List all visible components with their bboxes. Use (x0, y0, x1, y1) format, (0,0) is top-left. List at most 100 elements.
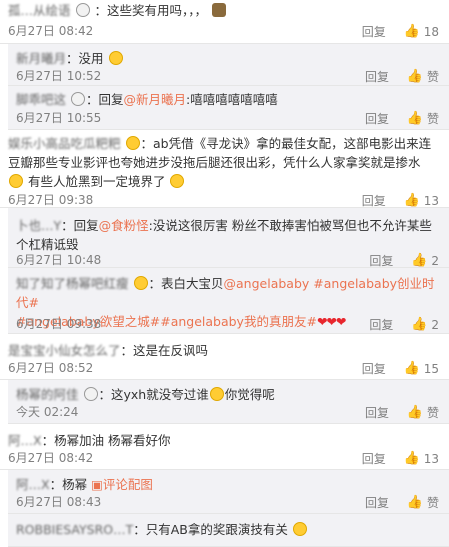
comment-text: :嘻嘻嘻嘻嘻嘻嘻 (186, 92, 278, 107)
username[interactable]: 孤…从绘语 (8, 3, 71, 18)
thumbs-up-icon[interactable]: 👍 (407, 69, 423, 85)
username[interactable]: 是宝宝小仙女怎么了 (8, 343, 121, 358)
reply-button[interactable]: 回复 (365, 405, 389, 421)
emoji-icon (71, 92, 85, 106)
username[interactable]: 阿…X (8, 433, 42, 448)
like-button[interactable]: 赞 (427, 69, 439, 85)
comment-actions: 回复 👍 2 (369, 252, 439, 269)
username[interactable]: 脚乖吧这 (16, 92, 66, 107)
emoji-icon (9, 174, 23, 188)
sub-comment: 杨幂的阿佳 ：这yxh就没夸过谁 你觉得呢 今天 02:24 回复 👍 赞 (8, 380, 449, 424)
reply-button[interactable]: 回复 (365, 69, 389, 85)
emoji-icon (170, 174, 185, 188)
comment-text-line: 阿…X：杨幂加油 杨幂看好你 (8, 432, 441, 450)
thumbs-up-icon[interactable]: 👍 (404, 361, 420, 377)
username[interactable]: ROBBIESAYSRO…T (16, 522, 133, 537)
like-count[interactable]: 13 (424, 451, 439, 467)
comment-text-line: 杨幂的阿佳 ：这yxh就没夸过谁 你觉得呢 (16, 386, 441, 404)
timestamp: 6月27日 10:55 (16, 111, 102, 125)
timestamp: 6月27日 08:42 (8, 451, 94, 465)
comment-text-line: 新月曦月：没用 (16, 50, 441, 68)
comment-text-line: 是宝宝小仙女怎么了：这是在反讽吗 (8, 342, 441, 360)
comment-text: ：杨幂 (49, 477, 88, 492)
comment-actions: 回复 👍 13 (362, 192, 439, 209)
reply-button[interactable]: 回复 (362, 361, 386, 377)
reply-button[interactable]: 回复 (369, 253, 393, 269)
sub-comment: 脚乖吧这 ：回复@新月曦月:嘻嘻嘻嘻嘻嘻嘻 6月27日 10:55 回复 👍 赞 (8, 86, 449, 130)
timestamp: 6月27日 09:38 (8, 193, 94, 207)
comment-actions: 回复 👍 18 (362, 23, 439, 40)
comment-image-link[interactable]: 评论配图 (103, 477, 153, 492)
like-count[interactable]: 18 (424, 24, 439, 40)
thumbs-up-icon[interactable]: 👍 (411, 317, 427, 333)
sub-comment: 知了知了杨幂吧红瘦 ：表白大宝贝@angelababy #angelababy创… (8, 268, 449, 334)
reply-button[interactable]: 回复 (362, 193, 386, 209)
comment: 娱乐小高品吃瓜粑粑 ：ab凭借《寻龙诀》拿的最佳女配，这部电影出来连豆瓣那些专业… (0, 130, 449, 208)
thumbs-up-icon[interactable]: 👍 (404, 24, 420, 40)
emoji-icon (209, 387, 224, 401)
like-button[interactable]: 赞 (427, 111, 439, 127)
timestamp: 6月27日 08:43 (16, 495, 102, 509)
comment-text-line: 脚乖吧这 ：回复@新月曦月:嘻嘻嘻嘻嘻嘻嘻 (16, 91, 441, 109)
comment-text: ：这yxh就没夸过谁 (98, 387, 209, 402)
emoji-icon (125, 136, 140, 150)
thumbs-up-icon[interactable]: 👍 (407, 495, 423, 511)
comment-text: ：没用 (66, 51, 104, 66)
like-count[interactable]: 2 (431, 253, 439, 269)
reply-button[interactable]: 回复 (362, 24, 386, 40)
comment-actions: 回复 👍 赞 (365, 68, 439, 85)
username[interactable]: 卜也…Y (16, 218, 61, 233)
emoji-icon (83, 387, 98, 401)
thumbs-up-icon[interactable]: 👍 (404, 451, 420, 467)
image-icon: ▣ (91, 477, 103, 492)
mention-link[interactable]: @angelababy (224, 276, 310, 291)
comment-text-line: 孤…从绘语 ：这些奖有用吗，，， (8, 2, 441, 20)
username[interactable]: 杨幂的阿佳 (16, 387, 79, 402)
comment: 孤…从绘语 ：这些奖有用吗，，， 6月27日 08:42 回复 👍 18 (0, 0, 449, 44)
username[interactable]: 新月曦月 (16, 51, 66, 66)
like-count[interactable]: 13 (424, 193, 439, 209)
comment-text: ：这是在反讽吗 (120, 343, 209, 358)
comment-text-line: 娱乐小高品吃瓜粑粑 ：ab凭借《寻龙诀》拿的最佳女配，这部电影出来连豆瓣那些专业… (8, 134, 441, 191)
comment-text: ：回复 (61, 218, 99, 233)
like-count[interactable]: 15 (424, 361, 439, 377)
emoji-icon (133, 276, 148, 290)
like-count[interactable]: 2 (431, 317, 439, 333)
sub-comment: 阿…X：杨幂 ▣评论配图 6月27日 08:43 回复 👍 赞 (8, 470, 449, 514)
timestamp: 6月27日 10:52 (16, 69, 102, 83)
thumbs-up-icon[interactable]: 👍 (404, 193, 420, 209)
sub-comment: ROBBIESAYSRO…T：只有AB拿的奖跟演技有关 (8, 514, 449, 547)
reply-button[interactable]: 回复 (365, 495, 389, 511)
sub-comment: 卜也…Y：回复@食粉怪:没说这很厉害 粉丝不敢捧害怕被骂但也不允许某些个杠精诋毁… (8, 208, 449, 268)
hashtag-link[interactable]: #angelababy我的真朋友# (160, 314, 317, 329)
comment-text: ：这些奖有用吗，，， (94, 3, 207, 18)
reply-button[interactable]: 回复 (369, 317, 393, 333)
username[interactable]: 阿…X (16, 477, 50, 492)
username[interactable]: 娱乐小高品吃瓜粑粑 (8, 136, 121, 151)
emoji-icon (211, 3, 226, 17)
reply-button[interactable]: 回复 (365, 111, 389, 127)
comment: 是宝宝小仙女怎么了：这是在反讽吗 6月27日 08:52 回复 👍 15 (0, 334, 449, 380)
comment-text-line: 阿…X：杨幂 ▣评论配图 (16, 476, 441, 494)
mention-link[interactable]: @新月曦月 (124, 92, 187, 107)
thumbs-up-icon[interactable]: 👍 (407, 405, 423, 421)
comment-actions: 回复 👍 15 (362, 360, 439, 377)
comment-actions: 回复 👍 赞 (365, 110, 439, 127)
timestamp: 今天 02:24 (16, 405, 79, 419)
comment-actions: 回复 👍 赞 (365, 404, 439, 421)
comment-text: ：只有AB拿的奖跟演技有关 (133, 522, 288, 537)
emoji-icon (292, 522, 307, 536)
like-button[interactable]: 赞 (427, 405, 439, 421)
comment-actions: 回复 👍 13 (362, 450, 439, 467)
username[interactable]: 知了知了杨幂吧红瘦 (16, 276, 129, 291)
thumbs-up-icon[interactable]: 👍 (411, 253, 427, 269)
comment-text: 你觉得呢 (224, 387, 275, 402)
reply-button[interactable]: 回复 (362, 451, 386, 467)
like-button[interactable]: 赞 (427, 495, 439, 511)
sub-comment: 新月曦月：没用 6月27日 10:52 回复 👍 赞 (8, 44, 449, 86)
comment: 阿…X：杨幂加油 杨幂看好你 6月27日 08:42 回复 👍 13 (0, 424, 449, 470)
timestamp: 6月27日 08:42 (8, 24, 94, 38)
thumbs-up-icon[interactable]: 👍 (407, 111, 423, 127)
mention-link[interactable]: @食粉怪 (99, 218, 149, 233)
comment-text: ：杨幂加油 杨幂看好你 (41, 433, 171, 448)
